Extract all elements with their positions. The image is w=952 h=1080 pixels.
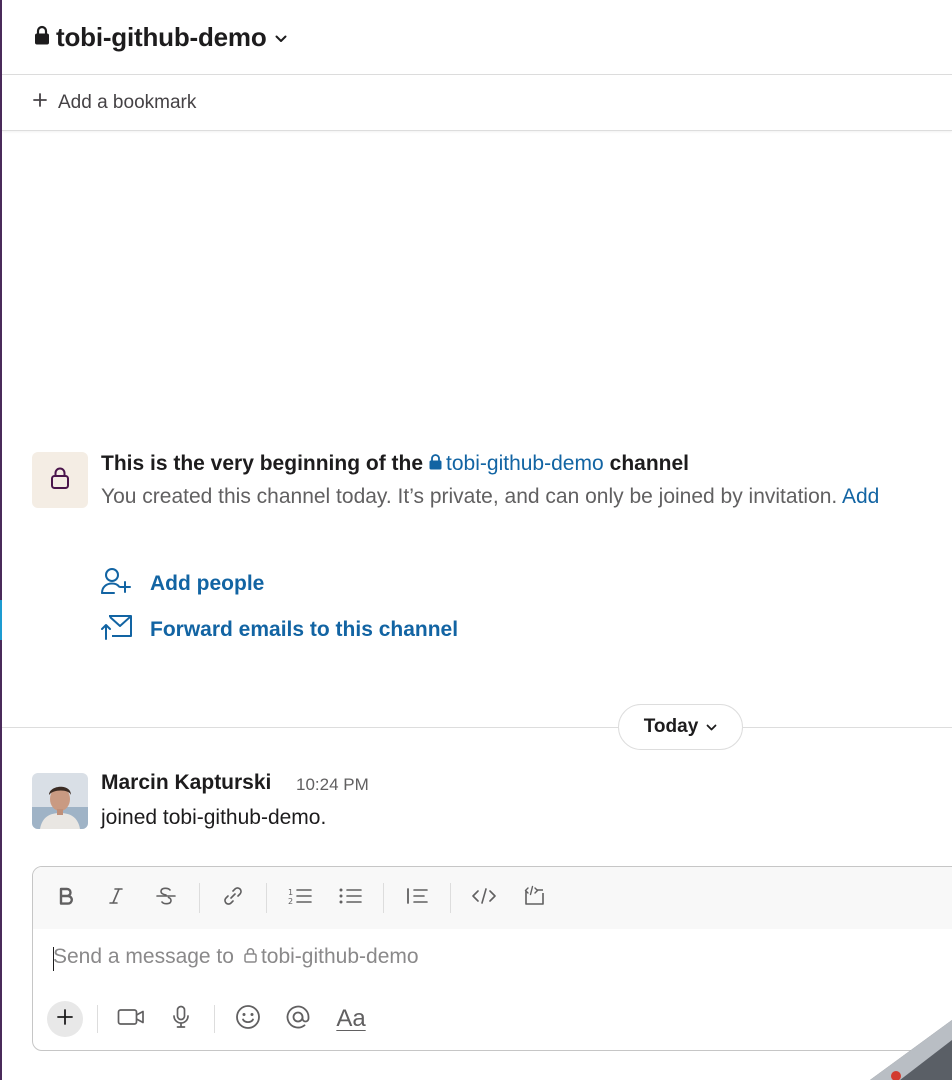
bookmark-bar: Add a bookmark <box>2 75 952 131</box>
screenshot-overlay-corner <box>860 1010 952 1080</box>
lock-icon <box>50 466 70 495</box>
channel-title: tobi-github-demo <box>56 21 267 52</box>
blockquote-button[interactable] <box>400 881 434 915</box>
lock-icon <box>244 945 257 969</box>
formatting-toolbar: 12 <box>33 867 952 929</box>
jump-to-date-button[interactable]: Today <box>618 704 743 750</box>
lock-icon <box>429 452 442 476</box>
mention-button[interactable] <box>281 1002 315 1036</box>
attach-button[interactable] <box>47 1001 83 1037</box>
forward-emails-button[interactable]: Forward emails to this channel <box>100 613 458 646</box>
code-button[interactable] <box>467 881 501 915</box>
emoji-icon <box>235 1004 261 1035</box>
chevron-down-icon <box>275 35 287 43</box>
private-channel-badge <box>32 452 88 508</box>
ordered-list-icon: 12 <box>288 886 312 911</box>
toolbar-separator <box>450 883 451 913</box>
microphone-icon <box>171 1005 191 1034</box>
toolbar-separator <box>383 883 384 913</box>
message-input-placeholder: Send a message to <box>53 945 234 968</box>
add-people-button[interactable]: Add people <box>100 566 264 601</box>
plus-icon <box>32 92 48 113</box>
toolbar-separator <box>214 1005 215 1033</box>
intro-channel-name: tobi-github-demo <box>446 452 604 475</box>
strikethrough-button[interactable] <box>149 881 183 915</box>
add-bookmark-label: Add a bookmark <box>58 91 197 113</box>
toolbar-separator <box>97 1005 98 1033</box>
day-divider-line <box>2 727 952 728</box>
video-icon <box>117 1007 145 1032</box>
plus-icon <box>56 1008 74 1031</box>
workspace-sidebar-edge <box>0 0 2 1080</box>
add-person-icon <box>100 566 134 601</box>
link-button[interactable] <box>216 881 250 915</box>
lock-icon <box>34 25 50 50</box>
composer-actions: Aa <box>33 997 952 1041</box>
text-formatting-toggle[interactable]: Aa <box>331 1002 371 1036</box>
intro-title: This is the very beginning of the tobi-g… <box>101 452 689 476</box>
intro-description: You created this channel today. It’s pri… <box>101 485 879 509</box>
message-input[interactable]: Send a message to tobi-github-demo <box>53 945 419 969</box>
message-timestamp[interactable]: 10:24 PM <box>296 775 369 795</box>
sidebar-active-indicator <box>0 600 2 640</box>
forward-email-icon <box>100 613 134 646</box>
mention-icon <box>285 1004 311 1035</box>
forward-emails-label: Forward emails to this channel <box>150 617 459 641</box>
bulleted-list-icon <box>338 886 362 911</box>
svg-text:2: 2 <box>288 897 293 906</box>
day-divider-label: Today <box>643 716 699 737</box>
message-author[interactable]: Marcin Kapturski <box>101 771 271 795</box>
italic-button[interactable] <box>99 881 133 915</box>
channel-title-button[interactable]: tobi-github-demo <box>34 22 287 53</box>
intro-description-text: You created this channel today. It’s pri… <box>101 485 838 508</box>
text-formatting-label: Aa <box>336 1005 366 1032</box>
chevron-down-icon <box>706 718 717 736</box>
toolbar-separator <box>199 883 200 913</box>
toolbar-separator <box>266 883 267 913</box>
blockquote-icon <box>405 886 429 911</box>
message-text: joined tobi-github-demo. <box>101 806 327 829</box>
intro-channel-link[interactable]: tobi-github-demo <box>429 452 604 476</box>
intro-title-suffix: channel <box>609 452 689 475</box>
bold-icon <box>58 887 74 910</box>
emoji-button[interactable] <box>231 1002 265 1036</box>
avatar[interactable] <box>32 773 88 829</box>
audio-clip-button[interactable] <box>164 1002 198 1036</box>
italic-icon <box>109 887 123 910</box>
code-block-button[interactable] <box>517 881 551 915</box>
video-clip-button[interactable] <box>114 1002 148 1036</box>
svg-text:1: 1 <box>288 888 293 897</box>
bulleted-list-button[interactable] <box>333 881 367 915</box>
channel-intro: This is the very beginning of the tobi-g… <box>32 452 952 508</box>
intro-title-prefix: This is the very beginning of the <box>101 452 424 475</box>
strikethrough-icon <box>155 886 177 911</box>
intro-description-link[interactable]: Add <box>842 485 879 508</box>
code-icon <box>471 887 497 910</box>
add-people-label: Add people <box>150 571 265 595</box>
bold-button[interactable] <box>49 881 83 915</box>
ordered-list-button[interactable]: 12 <box>283 881 317 915</box>
message-input-channel: tobi-github-demo <box>260 945 419 968</box>
add-bookmark-button[interactable]: Add a bookmark <box>32 92 196 114</box>
code-block-icon <box>522 885 546 912</box>
message-composer: 12 Send a message to tobi-github-demo Aa <box>32 866 952 1051</box>
channel-header: tobi-github-demo <box>2 0 952 75</box>
link-icon <box>222 885 244 912</box>
